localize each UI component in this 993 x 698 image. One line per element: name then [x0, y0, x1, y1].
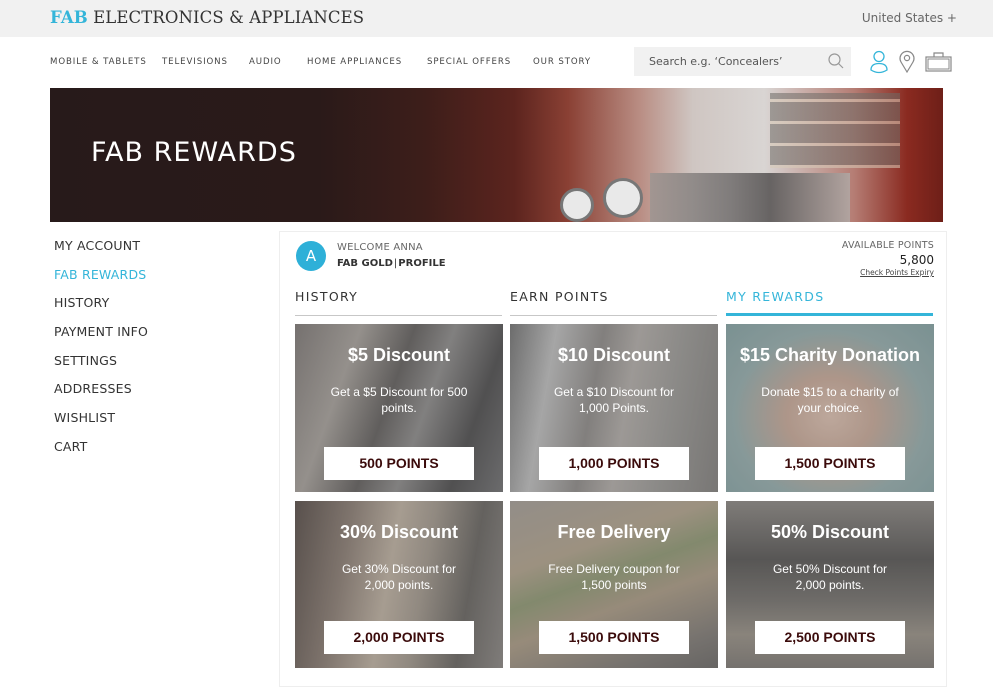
main-nav: MOBILE & TABLETS TELEVISIONS AUDIO HOME …	[0, 37, 993, 87]
redeem-points-button[interactable]: 1,500 POINTS	[755, 447, 905, 480]
welcome-text: WELCOME ANNA	[337, 242, 423, 253]
redeem-points-button[interactable]: 2,000 POINTS	[324, 621, 474, 654]
reward-card[interactable]: 30% Discount Get 30% Discount for 2,000 …	[295, 501, 503, 668]
reward-card[interactable]: $15 Charity Donation Donate $15 to a cha…	[726, 324, 934, 492]
sidebar-item-history[interactable]: HISTORY	[54, 295, 148, 324]
reward-description: Donate $15 to a charity of your choice.	[761, 385, 899, 415]
reward-card[interactable]: Free Delivery Free Delivery coupon for 1…	[510, 501, 718, 668]
reward-title: $5 Discount	[347, 345, 451, 365]
reward-title: 30% Discount	[339, 522, 459, 542]
reward-card[interactable]: $10 Discount Get a $10 Discount for 1,00…	[510, 324, 718, 492]
reward-title: $10 Discount	[557, 345, 671, 365]
brand-name: ELECTRONICS & APPLIANCES	[87, 8, 365, 27]
reward-title: $15 Charity Donation	[739, 345, 921, 365]
sidebar-item-my-account[interactable]: MY ACCOUNT	[54, 238, 148, 267]
tab-my-rewards[interactable]: MY REWARDS	[726, 289, 933, 316]
reward-description: Get a $10 Discount for 1,000 Points.	[553, 385, 675, 415]
reward-description: Free Delivery coupon for 1,500 points	[548, 562, 680, 592]
nav-item-mobile-tablets[interactable]: MOBILE & TABLETS	[50, 57, 147, 67]
redeem-points-button[interactable]: 500 POINTS	[324, 447, 474, 480]
country-selector[interactable]: United States +	[862, 11, 957, 25]
reward-title: Free Delivery	[557, 522, 671, 542]
sidebar-item-settings[interactable]: SETTINGS	[54, 353, 148, 382]
available-points-value: 5,800	[899, 253, 934, 267]
reward-description: Get 30% Discount for 2,000 points.	[341, 562, 457, 592]
sidebar-item-wishlist[interactable]: WISHLIST	[54, 410, 148, 439]
redeem-points-button[interactable]: 1,000 POINTS	[539, 447, 689, 480]
avatar: A	[296, 241, 326, 271]
top-bar: FAB ELECTRONICS & APPLIANCES United Stat…	[0, 0, 993, 37]
account-sidebar: MY ACCOUNT FAB REWARDS HISTORY PAYMENT I…	[54, 238, 148, 468]
nav-item-special-offers[interactable]: SPECIAL OFFERS	[427, 57, 511, 67]
page-title: FAB REWARDS	[91, 137, 297, 168]
nav-item-home-appliances[interactable]: HOME APPLIANCES	[307, 57, 402, 67]
tier-line: FAB GOLD|PROFILE	[337, 258, 446, 269]
location-pin-icon[interactable]	[898, 50, 916, 78]
nav-item-televisions[interactable]: TELEVISIONS	[162, 57, 228, 67]
user-icon[interactable]	[869, 50, 889, 78]
redeem-points-button[interactable]: 2,500 POINTS	[755, 621, 905, 654]
tier-separator: |	[393, 258, 398, 269]
brand-highlight: FAB	[50, 8, 88, 27]
redeem-points-button[interactable]: 1,500 POINTS	[539, 621, 689, 654]
search-input[interactable]	[634, 47, 814, 76]
search-box	[634, 47, 851, 76]
search-icon[interactable]	[827, 52, 845, 74]
rewards-panel: A WELCOME ANNA FAB GOLD|PROFILE AVAILABL…	[279, 231, 947, 687]
hero-washer-decor	[560, 188, 594, 222]
available-points-label: AVAILABLE POINTS	[841, 240, 934, 251]
sidebar-item-fab-rewards[interactable]: FAB REWARDS	[54, 267, 148, 296]
nav-item-our-story[interactable]: OUR STORY	[533, 57, 591, 67]
profile-link[interactable]: PROFILE	[398, 258, 445, 269]
reward-card[interactable]: $5 Discount Get a $5 Discount for 500 po…	[295, 324, 503, 492]
brand-logo[interactable]: FAB ELECTRONICS & APPLIANCES	[50, 8, 364, 27]
nav-item-audio[interactable]: AUDIO	[249, 57, 282, 67]
hero-banner: FAB REWARDS	[50, 88, 943, 222]
reward-card[interactable]: 50% Discount Get 50% Discount for 2,000 …	[726, 501, 934, 668]
bag-icon[interactable]	[925, 51, 953, 77]
sidebar-item-addresses[interactable]: ADDRESSES	[54, 381, 148, 410]
reward-title: 50% Discount	[770, 522, 890, 542]
tab-history[interactable]: HISTORY	[295, 289, 502, 316]
reward-description: Get 50% Discount for 2,000 points.	[772, 562, 888, 592]
sidebar-item-cart[interactable]: CART	[54, 439, 148, 468]
tier-badge: FAB GOLD	[337, 258, 393, 269]
reward-description: Get a $5 Discount for 500 points.	[330, 385, 468, 415]
sidebar-item-payment-info[interactable]: PAYMENT INFO	[54, 324, 148, 353]
hero-floor-decor	[650, 173, 850, 222]
tab-earn-points[interactable]: EARN POINTS	[510, 289, 717, 316]
check-points-expiry-link[interactable]: Check Points Expiry	[860, 268, 934, 277]
hero-washer-decor	[603, 178, 643, 218]
hero-shelf-decor	[770, 93, 900, 168]
